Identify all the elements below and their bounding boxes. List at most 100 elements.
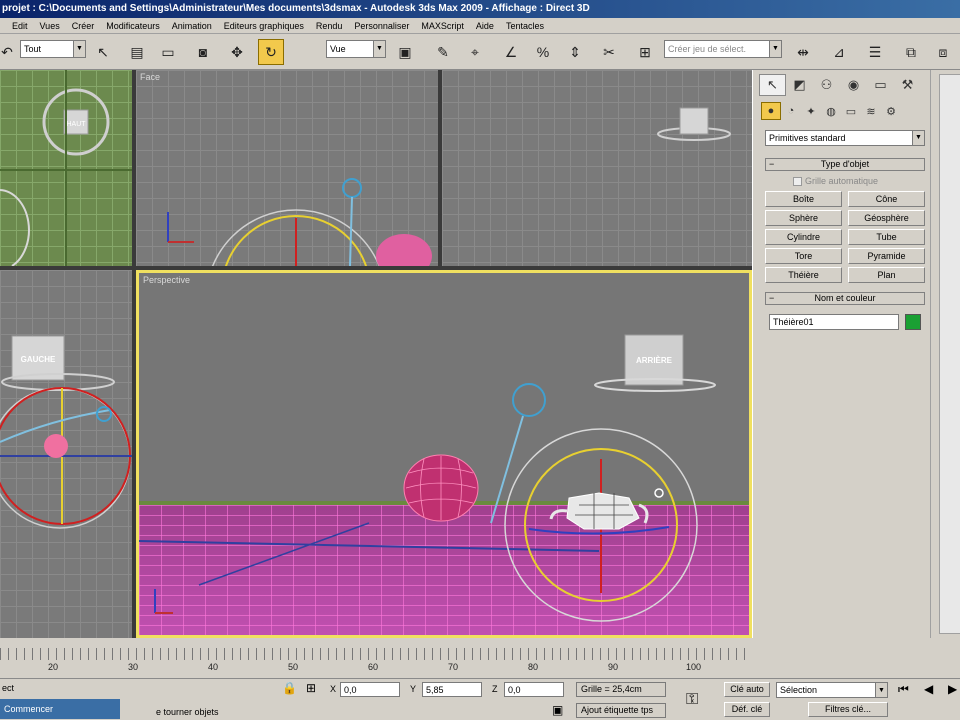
viewport-right[interactable]	[442, 70, 752, 266]
cylinder-button[interactable]: Cylindre	[765, 229, 842, 245]
plane-button[interactable]: Plan	[848, 267, 925, 283]
x-coord-field[interactable]	[340, 682, 400, 697]
object-color-swatch[interactable]	[905, 314, 921, 330]
selection-status-text: ect	[2, 683, 15, 693]
spinner-snap-icon[interactable]: ⇕	[562, 39, 588, 65]
motion-tab-icon[interactable]: ◉	[840, 74, 867, 96]
object-type-rollout[interactable]: − Type d'objet	[765, 158, 925, 171]
menu-animation[interactable]: Animation	[166, 18, 218, 34]
snap-toggle-icon[interactable]: ⌖	[462, 39, 488, 65]
time-tag-icon[interactable]: ▣	[552, 703, 563, 717]
viewport-top[interactable]: HAUT	[0, 70, 132, 266]
go-to-start-icon[interactable]: ⏮	[898, 682, 909, 697]
percent-snap-icon[interactable]: %	[530, 39, 556, 65]
reference-coord-dropdown[interactable]: Vue ▼	[326, 40, 386, 58]
auto-key-button[interactable]: Clé auto	[724, 682, 770, 697]
key-icon[interactable]: ⚿	[686, 691, 698, 709]
viewcube-top-label: HAUT	[66, 121, 86, 128]
display-tab-icon[interactable]: ▭	[867, 74, 894, 96]
sphere-object[interactable]	[376, 234, 432, 266]
sphere-button[interactable]: Sphère	[765, 210, 842, 226]
modify-tab-icon[interactable]: ◩	[786, 74, 813, 96]
teapot-object[interactable]	[566, 492, 640, 530]
name-color-title: Nom et couleur	[814, 293, 876, 303]
undo-icon[interactable]: ↶	[0, 39, 20, 65]
move-icon[interactable]: ✥	[224, 39, 250, 65]
grid-size-display: Grille = 25,4cm	[576, 682, 666, 697]
menu-graph-editors[interactable]: Editeurs graphiques	[218, 18, 310, 34]
helpers-icon[interactable]: ▭	[841, 102, 861, 120]
selection-set-value: Sélection	[780, 685, 818, 695]
menu-edit[interactable]: Edit	[6, 18, 34, 34]
viewport-left[interactable]: GAUCHE	[0, 270, 132, 638]
menu-help[interactable]: Aide	[470, 18, 500, 34]
teapot-button[interactable]: Théière	[765, 267, 842, 283]
select-object-icon[interactable]: ↖	[90, 39, 116, 65]
camera-target[interactable]	[512, 383, 546, 417]
curve-editor-icon[interactable]: ⧉	[898, 39, 924, 65]
angle-snap-icon[interactable]: ∠	[498, 39, 524, 65]
create-tab-icon[interactable]: ↖	[759, 74, 786, 96]
torus-button[interactable]: Tore	[765, 248, 842, 264]
systems-icon[interactable]: ⚙	[881, 102, 901, 120]
select-by-name-icon[interactable]: ▤	[124, 39, 150, 65]
cone-button[interactable]: Cône	[848, 191, 925, 207]
named-selection-dropdown[interactable]: Créer jeu de sélect. ▼	[664, 40, 782, 58]
y-coord-field[interactable]	[422, 682, 482, 697]
shapes-icon[interactable]: ◔	[781, 102, 801, 120]
geosphere-button[interactable]: Géosphère	[848, 210, 925, 226]
track-bar[interactable]: 20 30 40 50 60 70 80 90 100	[0, 638, 760, 678]
z-coord-field[interactable]	[504, 682, 564, 697]
menu-create[interactable]: Créer	[66, 18, 101, 34]
menu-modifiers[interactable]: Modificateurs	[100, 18, 166, 34]
object-name-field[interactable]	[769, 314, 899, 330]
pivot-center-icon[interactable]: ▣	[392, 39, 418, 65]
menu-maxscript[interactable]: MAXScript	[415, 18, 470, 34]
menu-customize[interactable]: Personnaliser	[348, 18, 415, 34]
add-time-tag-button[interactable]: Ajout étiquette tps	[576, 703, 666, 718]
menu-rendering[interactable]: Rendu	[310, 18, 349, 34]
viewport-perspective[interactable]: Perspective ARRIÈRE	[136, 270, 752, 638]
mirror-icon[interactable]: ⇹	[790, 39, 816, 65]
play-icon[interactable]: ▶	[948, 682, 957, 696]
menu-views[interactable]: Vues	[34, 18, 66, 34]
align-icon[interactable]: ⊿	[826, 39, 852, 65]
taskbar-button[interactable]: Commencer	[0, 699, 120, 719]
camera-target[interactable]	[96, 406, 112, 422]
camera-target[interactable]	[342, 178, 362, 198]
selection-set-dropdown[interactable]: Sélection ▼	[776, 682, 888, 698]
box-button[interactable]: Boîte	[765, 191, 842, 207]
selection-filter-dropdown[interactable]: Tout ▼	[20, 40, 86, 58]
lock-selection-icon[interactable]: 🔒	[282, 681, 297, 695]
teapot-handle	[638, 503, 649, 524]
select-manipulate-icon[interactable]: ✎	[430, 39, 456, 65]
track-tick-label: 60	[368, 662, 379, 672]
sphere-object[interactable]	[44, 434, 68, 458]
space-warps-icon[interactable]: ≋	[861, 102, 881, 120]
pyramid-button[interactable]: Pyramide	[848, 248, 925, 264]
tube-button[interactable]: Tube	[848, 229, 925, 245]
absolute-mode-icon[interactable]: ⊞	[306, 681, 316, 695]
autogrid-checkbox[interactable]: Grille automatique	[793, 176, 878, 186]
schematic-view-icon[interactable]: ⧈	[930, 39, 956, 65]
set-key-button[interactable]: Déf. clé	[724, 702, 770, 717]
scrollbar-track[interactable]	[939, 74, 960, 634]
menu-tentacles[interactable]: Tentacles	[500, 18, 550, 34]
rectangle-selection-icon[interactable]: ▭	[155, 39, 181, 65]
category-dropdown[interactable]: Primitives standard ▼	[765, 130, 925, 146]
utilities-tab-icon[interactable]: ⚒	[894, 74, 921, 96]
name-color-rollout[interactable]: − Nom et couleur	[765, 292, 925, 305]
geometry-icon[interactable]: ●	[761, 102, 781, 120]
viewport-front[interactable]: Face	[136, 70, 438, 266]
named-selection-icon[interactable]: ⊞	[632, 39, 658, 65]
hierarchy-tab-icon[interactable]: ⚇	[813, 74, 840, 96]
edit-named-selection-icon[interactable]: ✂	[596, 39, 622, 65]
key-filters-button[interactable]: Filtres clé...	[808, 702, 888, 717]
layer-manager-icon[interactable]: ☰	[862, 39, 888, 65]
cameras-icon[interactable]: ◍	[821, 102, 841, 120]
lights-icon[interactable]: ✦	[801, 102, 821, 120]
window-crossing-icon[interactable]: ◙	[190, 39, 216, 65]
previous-frame-icon[interactable]: ◀	[924, 682, 933, 696]
track-tick-label: 40	[208, 662, 219, 672]
rotate-icon[interactable]: ↻	[258, 39, 284, 65]
